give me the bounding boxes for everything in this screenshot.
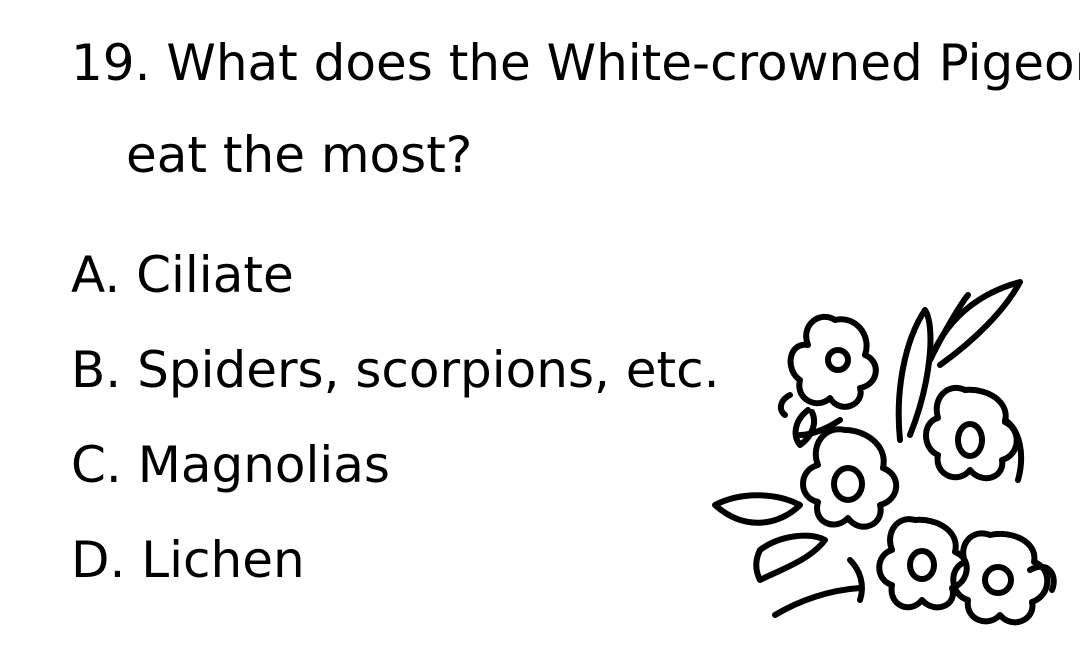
question-line-2: eat the most? <box>126 126 473 184</box>
option-a[interactable]: A. Ciliate <box>71 246 294 304</box>
option-d[interactable]: D. Lichen <box>71 531 305 589</box>
question-line-1: 19. What does the White-crowned Pigeon <box>71 34 1080 92</box>
option-b[interactable]: B. Spiders, scorpions, etc. <box>71 341 720 399</box>
option-c[interactable]: C. Magnolias <box>71 436 390 494</box>
flower-bouquet-icon <box>712 279 1057 626</box>
